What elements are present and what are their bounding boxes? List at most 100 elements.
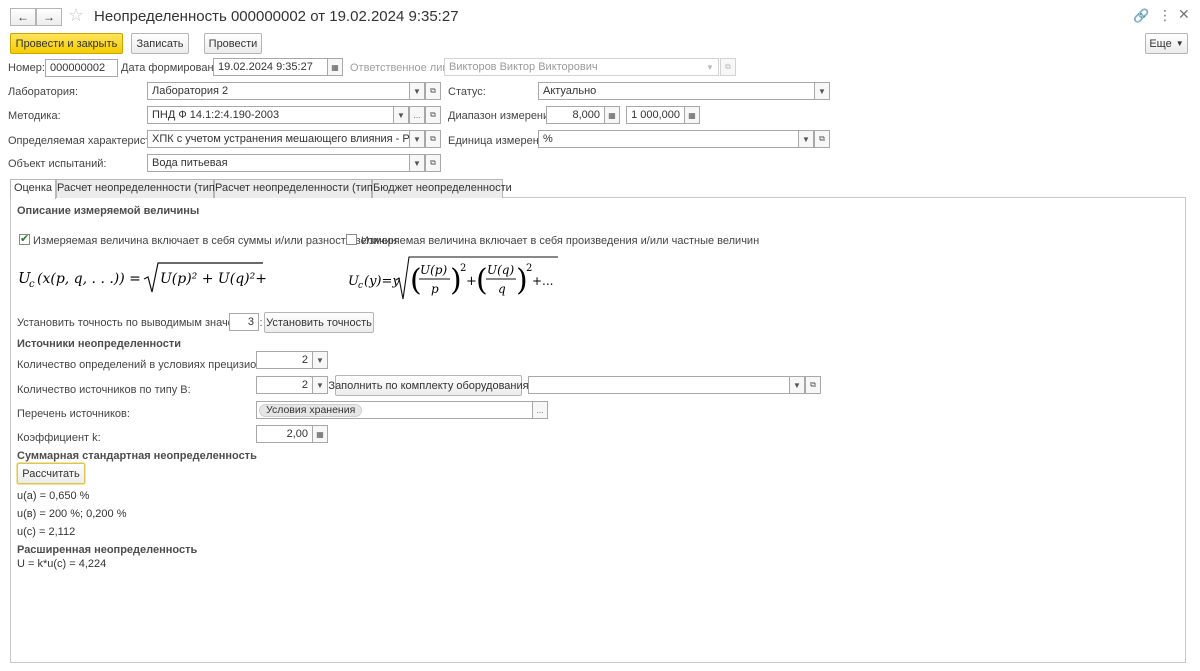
sources-select-button[interactable]: ... [532,401,548,419]
svg-text:(y)=y: (y)=y [364,274,400,289]
product-checkbox[interactable] [346,234,357,245]
total-section-title: Суммарная стандартная неопределенность [17,450,257,462]
calendar-button[interactable]: ▦ [327,58,343,76]
number-field[interactable]: 000000002 [45,59,118,77]
tab-budget[interactable]: Бюджет неопределенности [372,179,512,198]
product-checkbox-label: Измеряемая величина включает в себя прои… [361,235,760,247]
equipment-dropdown-button[interactable]: ▼ [789,376,805,394]
method-field[interactable]: ПНД Ф 14.1:2:4.190-2003 [147,106,394,124]
svg-text:U(q): U(q) [487,263,514,277]
open-icon: ⧉ [430,158,436,167]
chevron-down-icon: ▼ [397,110,405,120]
arrow-right-icon: → [43,10,55,24]
open-icon: ⧉ [430,110,436,119]
expanded-result: U = k*u(c) = 4,224 [17,558,107,570]
window-title: Неопределенность 000000002 от 19.02.2024… [94,8,459,25]
sum-checkbox[interactable]: ✔ [19,234,30,245]
lab-field[interactable]: Лаборатория 2 [147,82,410,100]
status-field[interactable]: Актуально [538,82,815,100]
save-button[interactable]: Записать [131,33,189,54]
svg-text:p: p [431,282,439,296]
open-icon: ⧉ [810,380,816,389]
svg-text:2: 2 [460,263,466,274]
method-open-button[interactable]: ⧉ [425,106,441,124]
svg-text:U(p)² + U(q)²+. . .: U(p)² + U(q)²+. . . [160,271,267,287]
object-field[interactable]: Вода питьевая [147,154,410,172]
precision-field[interactable]: 3 [229,313,259,331]
chevron-down-icon: ▼ [316,355,324,365]
set-precision-button[interactable]: Установить точность [264,312,374,333]
status-dropdown-button[interactable]: ▼ [814,82,830,100]
forward-button[interactable]: → [36,8,62,26]
equipment-field[interactable] [528,376,790,394]
unit-field[interactable]: % [538,130,799,148]
lab-label: Лаборатория: [8,86,79,98]
responsible-field: Викторов Виктор Викторович [444,58,719,76]
tab-type-a[interactable]: Расчет неопределенности (тип А) [56,179,229,198]
chevron-down-icon: ▼ [316,380,324,390]
responsible-open-button: ⧉ [720,58,736,76]
back-button[interactable]: ← [10,8,36,26]
equipment-open-button[interactable]: ⧉ [805,376,821,394]
repeat-count-dropdown-button[interactable]: ▼ [312,351,328,369]
number-label: Номер: [8,62,45,74]
sources-section-title: Источники неопределенности [17,338,181,350]
range-to-calc-button[interactable]: ▦ [684,106,700,124]
coef-calc-button[interactable]: ▦ [312,425,328,443]
calculate-button[interactable]: Рассчитать [17,463,85,484]
range-from-calc-button[interactable]: ▦ [604,106,620,124]
source-tag[interactable]: Условия хранения [259,404,363,417]
fill-by-equipment-button[interactable]: Заполнить по комплекту оборудования [328,375,529,396]
coef-field[interactable]: 2,00 [256,425,313,443]
open-icon: ⧉ [725,62,731,71]
characteristic-open-button[interactable]: ⧉ [425,130,441,148]
chevron-down-icon: ▼ [802,134,810,144]
range-to-field[interactable]: 1 000,000 [626,106,685,124]
range-label: Диапазон измерений: [448,110,559,122]
calculator-icon: ▦ [608,110,616,120]
repeat-count-field[interactable]: 2 [256,351,313,369]
product-formula: U c (y)=y ( U(p) p ) 2 + ( U(q) q ) 2 +.… [346,254,566,304]
object-open-button[interactable]: ⧉ [425,154,441,172]
sum-formula: U c (x(p, q, . . .)) = U(p)² + U(q)²+. .… [17,260,289,298]
post-and-close-button[interactable]: Провести и закрыть [10,33,123,54]
measured-section-title: Описание измеряемой величины [17,205,200,217]
sum-formula-graphic: U c (x(p, q, . . .)) = U(p)² + U(q)²+. .… [18,262,289,293]
tab-type-b[interactable]: Расчет неопределенности (тип В) [214,179,387,198]
lab-dropdown-button[interactable]: ▼ [409,82,425,100]
star-icon[interactable]: ☆ [68,5,84,26]
link-icon[interactable]: 🔗 [1133,8,1149,24]
svg-text:q: q [498,282,506,296]
method-select-button[interactable]: ... [409,106,425,124]
method-dropdown-button[interactable]: ▼ [393,106,409,124]
typeb-count-dropdown-button[interactable]: ▼ [312,376,328,394]
unit-open-button[interactable]: ⧉ [814,130,830,148]
arrow-left-icon: ← [17,10,29,24]
chevron-down-icon: ▼ [818,86,826,96]
date-field[interactable]: 19.02.2024 9:35:27 [213,58,328,76]
more-vert-icon[interactable]: ⋮ [1158,7,1172,24]
more-button[interactable]: Еще ▼ [1145,33,1188,54]
typeb-count-field[interactable]: 2 [256,376,313,394]
open-icon: ⧉ [430,86,436,95]
chevron-down-icon: ▼ [413,134,421,144]
characteristic-dropdown-button[interactable]: ▼ [409,130,425,148]
tab-evaluation[interactable]: Оценка [10,179,56,199]
characteristic-field[interactable]: ХПК с учетом устранения мешающего влияни… [147,130,410,148]
range-from-field[interactable]: 8,000 [546,106,605,124]
post-button[interactable]: Провести [204,33,262,54]
chevron-down-icon: ▼ [1175,39,1184,48]
ellipsis-icon: ... [413,110,421,120]
unit-dropdown-button[interactable]: ▼ [798,130,814,148]
ub-result: u(в) = 200 %; 0,200 % [17,508,127,520]
chevron-down-icon: ▼ [793,380,801,390]
lab-open-button[interactable]: ⧉ [425,82,441,100]
responsible-dropdown-button: ▼ [702,58,718,76]
object-dropdown-button[interactable]: ▼ [409,154,425,172]
ua-result: u(a) = 0,650 % [17,490,90,502]
coef-label: Коэффициент k: [17,432,101,444]
chevron-down-icon: ▼ [413,158,421,168]
close-icon[interactable]: ✕ [1178,6,1190,23]
expanded-section-title: Расширенная неопределенность [17,544,198,556]
more-button-label: Еще [1149,37,1172,50]
